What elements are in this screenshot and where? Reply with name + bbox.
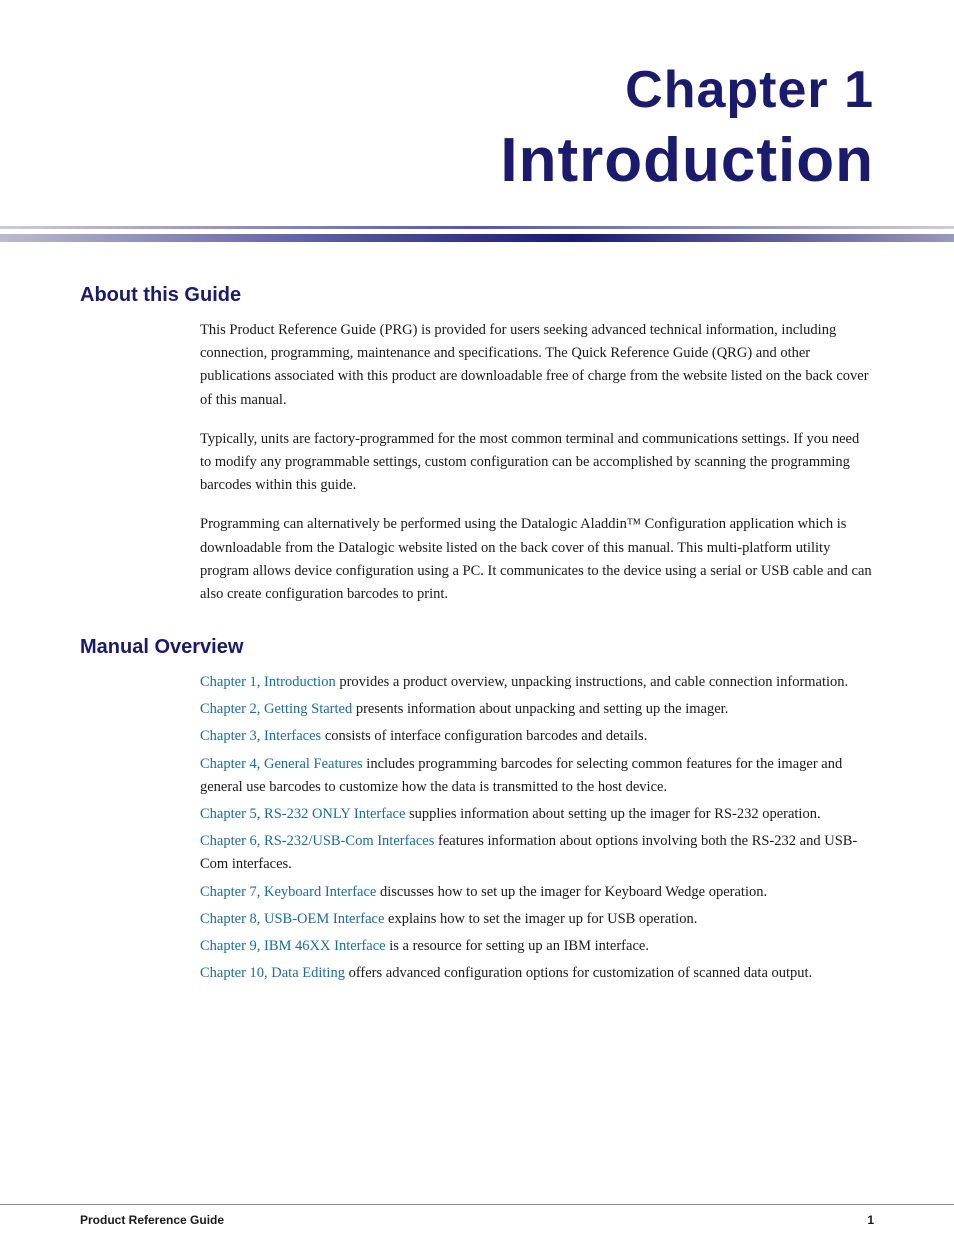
overview-items: Chapter 1, Introduction provides a produ… — [200, 671, 874, 985]
overview-text-8: explains how to set the imager up for US… — [384, 911, 697, 927]
overview-text-1: provides a product overview, unpacking i… — [336, 674, 848, 690]
overview-item-9: Chapter 9, IBM 46XX Interface is a resou… — [200, 935, 874, 958]
overview-item-5: Chapter 5, RS-232 ONLY Interface supplie… — [200, 803, 874, 826]
about-paragraph-1: This Product Reference Guide (PRG) is pr… — [200, 319, 874, 412]
overview-text-5: supplies information about setting up th… — [405, 806, 820, 822]
footer: Product Reference Guide 1 — [0, 1204, 954, 1235]
header-rule-bottom — [0, 234, 954, 242]
overview-link-4[interactable]: Chapter 4, General Features — [200, 756, 363, 772]
overview-link-1[interactable]: Chapter 1, Introduction — [200, 674, 336, 690]
overview-item-6: Chapter 6, RS-232/USB-Com Interfaces fea… — [200, 830, 874, 876]
overview-text-3: consists of interface configuration barc… — [321, 728, 647, 744]
overview-link-2[interactable]: Chapter 2, Getting Started — [200, 701, 352, 717]
overview-text-7: discusses how to set up the imager for K… — [376, 884, 767, 900]
manual-overview-section: Manual Overview Chapter 1, Introduction … — [80, 636, 874, 985]
overview-item-8: Chapter 8, USB-OEM Interface explains ho… — [200, 908, 874, 931]
footer-page-number: 1 — [867, 1213, 874, 1227]
overview-link-5[interactable]: Chapter 5, RS-232 ONLY Interface — [200, 806, 405, 822]
overview-link-9[interactable]: Chapter 9, IBM 46XX Interface — [200, 938, 386, 954]
overview-text-2: presents information about unpacking and… — [352, 701, 728, 717]
overview-link-7[interactable]: Chapter 7, Keyboard Interface — [200, 884, 376, 900]
overview-link-3[interactable]: Chapter 3, Interfaces — [200, 728, 321, 744]
header-rule-top — [0, 226, 954, 229]
overview-text-10: offers advanced configuration options fo… — [345, 965, 812, 981]
header-rule — [0, 226, 954, 244]
footer-title: Product Reference Guide — [80, 1213, 224, 1227]
overview-item-7: Chapter 7, Keyboard Interface discusses … — [200, 881, 874, 904]
chapter-header: Chapter 1 Introduction — [0, 0, 954, 216]
overview-link-8[interactable]: Chapter 8, USB-OEM Interface — [200, 911, 384, 927]
chapter-title: Introduction — [80, 125, 874, 196]
chapter-label: Chapter 1 — [80, 60, 874, 120]
main-content: About this Guide This Product Reference … — [0, 244, 954, 1029]
overview-item-3: Chapter 3, Interfaces consists of interf… — [200, 725, 874, 748]
overview-item-1: Chapter 1, Introduction provides a produ… — [200, 671, 874, 694]
page: Chapter 1 Introduction About this Guide … — [0, 0, 954, 1235]
overview-item-10: Chapter 10, Data Editing offers advanced… — [200, 962, 874, 985]
about-heading: About this Guide — [80, 284, 874, 307]
about-section: About this Guide This Product Reference … — [80, 284, 874, 606]
about-paragraph-2: Typically, units are factory-programmed … — [200, 428, 874, 498]
manual-overview-heading: Manual Overview — [80, 636, 874, 659]
about-paragraph-3: Programming can alternatively be perform… — [200, 513, 874, 606]
overview-text-9: is a resource for setting up an IBM inte… — [386, 938, 649, 954]
overview-link-10[interactable]: Chapter 10, Data Editing — [200, 965, 345, 981]
overview-link-6[interactable]: Chapter 6, RS-232/USB-Com Interfaces — [200, 833, 434, 849]
overview-item-4: Chapter 4, General Features includes pro… — [200, 753, 874, 799]
overview-item-2: Chapter 2, Getting Started presents info… — [200, 698, 874, 721]
